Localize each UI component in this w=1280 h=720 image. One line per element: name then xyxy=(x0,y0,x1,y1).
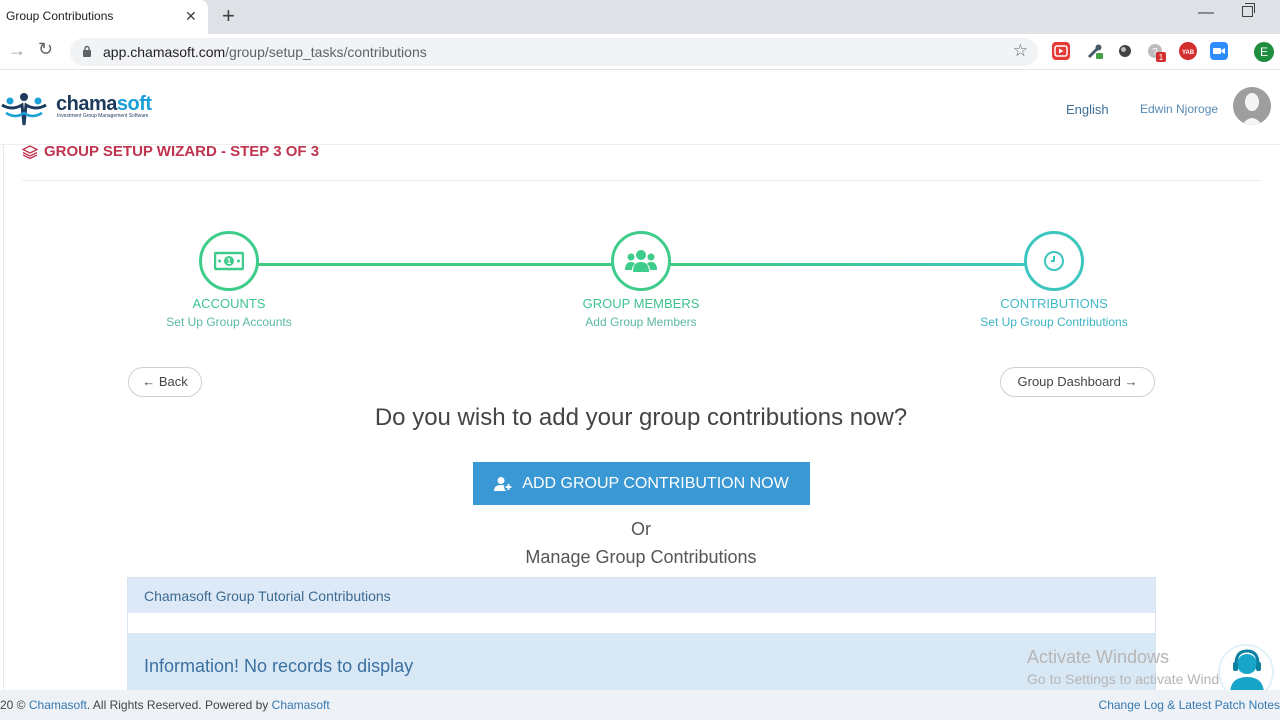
panel-title: Chamasoft Group Tutorial Contributions xyxy=(144,588,391,604)
eyedropper-ext-icon[interactable] xyxy=(1086,42,1104,60)
step-accounts[interactable]: 1 xyxy=(199,231,259,291)
logo-tagline: Investment Group Management Software xyxy=(57,113,149,119)
forward-icon[interactable]: → xyxy=(8,40,26,61)
step-contributions[interactable] xyxy=(1024,231,1084,291)
svg-text:YAB: YAB xyxy=(1182,50,1195,56)
user-plus-icon xyxy=(494,476,514,491)
tab-close-icon[interactable]: ✕ xyxy=(185,8,197,25)
dark-circle-ext-icon[interactable] xyxy=(1116,42,1134,60)
bookmark-star-icon[interactable]: ☆ xyxy=(1013,41,1028,61)
help-ext-icon[interactable]: ? 1 xyxy=(1146,42,1166,62)
step-accounts-subtitle: Set Up Group Accounts xyxy=(166,315,292,329)
step-accounts-title: ACCOUNTS xyxy=(192,296,266,311)
page-footer: 20 © Chamasoft. All Rights Reserved. Pow… xyxy=(0,690,1280,720)
back-button[interactable]: ← Back xyxy=(128,367,202,397)
user-name[interactable]: Edwin Njoroge xyxy=(1140,102,1218,116)
footer-powered-link[interactable]: Chamasoft xyxy=(272,698,330,712)
svg-text:1: 1 xyxy=(1159,53,1164,62)
reload-icon[interactable]: ↻ xyxy=(38,39,53,60)
step-contributions-subtitle: Set Up Group Contributions xyxy=(980,315,1128,329)
tab-title: Group Contributions xyxy=(6,9,114,23)
no-records-text: Information! No records to display xyxy=(144,656,414,676)
yab-ext-icon[interactable]: YAB xyxy=(1179,42,1197,60)
user-silhouette-icon xyxy=(1233,87,1271,125)
restore-window-button[interactable] xyxy=(1242,3,1255,17)
clock-icon xyxy=(1044,251,1064,271)
step-members-subtitle: Add Group Members xyxy=(585,315,697,329)
contributions-panel: Chamasoft Group Tutorial Contributions I… xyxy=(127,577,1156,691)
manage-contributions-heading: Manage Group Contributions xyxy=(525,547,757,567)
users-icon xyxy=(625,250,657,272)
footer-copyright: 20 © Chamasoft. All Rights Reserved. Pow… xyxy=(0,698,330,712)
address-bar[interactable]: app.chamasoft.com/group/setup_tasks/cont… xyxy=(70,38,1038,66)
layers-icon xyxy=(22,144,38,159)
svg-text:1: 1 xyxy=(227,257,232,266)
chamasoft-logo-icon[interactable] xyxy=(0,89,48,129)
profile-avatar[interactable]: E xyxy=(1254,42,1274,62)
panel-header: Chamasoft Group Tutorial Contributions xyxy=(128,578,1155,613)
step-contributions-title: CONTRIBUTIONS xyxy=(1000,296,1108,311)
lock-icon xyxy=(83,45,91,57)
browser-tab[interactable]: Group Contributions ✕ xyxy=(0,0,208,34)
step-members-title: GROUP MEMBERS xyxy=(582,296,700,311)
footer-brand-link[interactable]: Chamasoft xyxy=(29,698,87,712)
browser-tabbar: Group Contributions ✕ + — xyxy=(0,0,1280,34)
activate-windows-title: Activate Windows xyxy=(1027,647,1170,667)
video-ext-icon[interactable] xyxy=(1052,42,1070,60)
wizard-title-text: GROUP SETUP WIZARD - STEP 3 OF 3 xyxy=(44,143,320,160)
step-group-members[interactable] xyxy=(611,231,671,291)
language-selector[interactable]: English xyxy=(1066,102,1109,117)
changelog-link[interactable]: Change Log & Latest Patch Notes xyxy=(1099,698,1280,712)
activate-windows-subtitle: Go to Settings to activate Windows. xyxy=(1027,671,1248,687)
user-avatar[interactable] xyxy=(1233,87,1271,125)
step-connector-2 xyxy=(669,263,1026,266)
group-dashboard-button[interactable]: Group Dashboard → xyxy=(1000,367,1155,397)
app-header: chamasoft Investment Group Management So… xyxy=(0,71,1280,145)
money-icon: 1 xyxy=(214,251,244,271)
step-connector-1 xyxy=(258,263,613,266)
or-separator: Or xyxy=(631,519,651,539)
no-records-alert: Information! No records to display xyxy=(128,633,1155,691)
new-tab-button[interactable]: + xyxy=(222,4,235,28)
minimize-button[interactable]: — xyxy=(1198,4,1214,22)
url-text: app.chamasoft.com/group/setup_tasks/cont… xyxy=(103,44,427,60)
wizard-title: GROUP SETUP WIZARD - STEP 3 OF 3 xyxy=(22,143,319,160)
wizard-question: Do you wish to add your group contributi… xyxy=(374,404,908,431)
zoom-ext-icon[interactable] xyxy=(1210,42,1228,60)
title-divider xyxy=(22,180,1262,181)
add-group-contribution-button[interactable]: ADD GROUP CONTRIBUTION NOW xyxy=(473,462,810,505)
add-group-contribution-label: ADD GROUP CONTRIBUTION NOW xyxy=(522,474,789,492)
